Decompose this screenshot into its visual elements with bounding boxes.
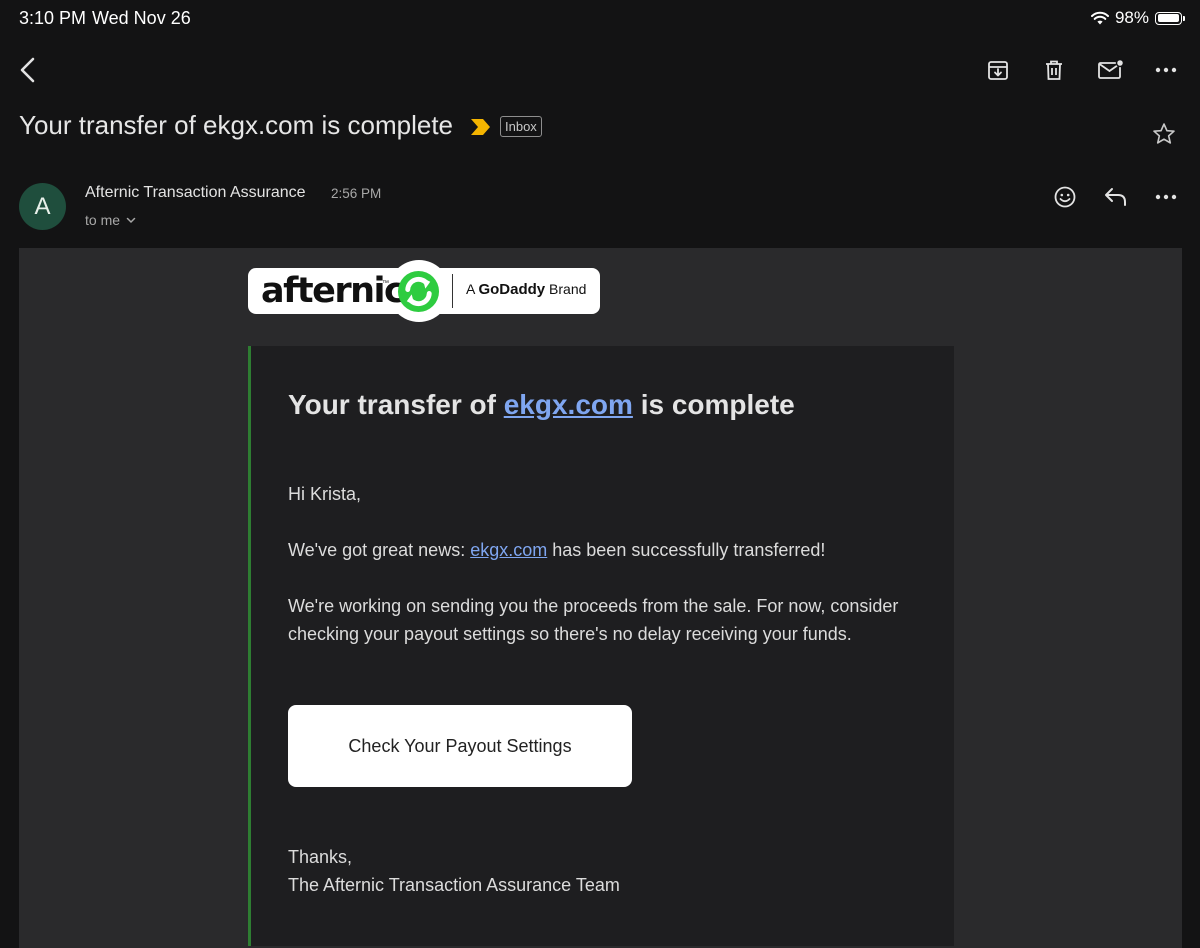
sender-name: Afternic Transaction Assurance [85,184,306,201]
message-more-button[interactable] [1150,182,1182,212]
trash-icon [1046,60,1062,80]
back-button[interactable] [10,52,46,88]
archive-icon [988,61,1008,80]
archive-button[interactable] [982,54,1014,86]
more-icon [1155,194,1177,200]
chevron-down-icon [126,217,136,223]
emoji-icon [1054,186,1076,208]
logo-divider [452,274,453,308]
headline-text-after: is complete [640,389,795,420]
status-date: Wed Nov 26 [92,8,191,28]
more-icon [1155,67,1177,73]
message-time: 2:56 PM [331,186,382,201]
status-indicators: 98% [1090,8,1185,28]
more-options-button[interactable] [1150,54,1182,86]
star-icon [1153,123,1175,144]
para1-domain-link[interactable]: ekgx.com [470,540,547,560]
email-greeting: Hi Krista, [288,484,362,504]
recipient-label: to me [85,212,121,228]
importance-marker-icon[interactable] [470,118,492,136]
delete-button[interactable] [1038,54,1070,86]
brand-prefix: A [466,281,475,297]
status-time: 3:10 PM [19,8,87,28]
godaddy-brand-tagline: A GoDaddy Brand [466,281,586,298]
para1-text-after: has been successfully transferred! [552,540,826,560]
email-paragraph-news: We've got great news: ekgx.com has been … [288,536,825,564]
email-closing: Thanks, [288,847,353,867]
recipient-details-toggle[interactable]: to me [85,212,136,228]
check-payout-settings-button[interactable]: Check Your Payout Settings [288,705,632,787]
headline-domain-link[interactable]: ekgx.com [504,389,633,420]
mark-unread-icon [1098,58,1125,79]
email-subject: Your transfer of ekgx.com is complete [19,110,454,140]
email-signature: The Afternic Transaction Assurance Team [288,875,620,895]
afternic-logo-wordmark: afternic [261,271,405,311]
brand-suffix: Brand [549,281,587,297]
email-headline: Your transfer of ekgx.com is complete [288,389,795,421]
mark-unread-button[interactable] [1094,54,1128,86]
headline-text-before: Your transfer of [288,389,496,420]
wifi-icon [1090,11,1109,25]
back-icon [20,57,35,83]
afternic-arrows-logo-icon [397,270,440,313]
sender-avatar[interactable]: A [19,183,66,230]
inbox-label-badge[interactable]: Inbox [500,116,542,137]
star-button[interactable] [1148,118,1180,150]
para1-text-before: We've got great news: [288,540,466,560]
trademark-symbol: ™ [382,280,389,287]
godaddy-brand-name: GoDaddy [478,281,546,298]
email-paragraph-payout: We're working on sending you the proceed… [288,596,899,644]
reply-icon [1105,188,1126,206]
battery-icon [1155,11,1185,25]
reply-button[interactable] [1100,182,1132,212]
battery-percent: 98% [1114,8,1149,27]
add-reaction-button[interactable] [1050,182,1080,212]
